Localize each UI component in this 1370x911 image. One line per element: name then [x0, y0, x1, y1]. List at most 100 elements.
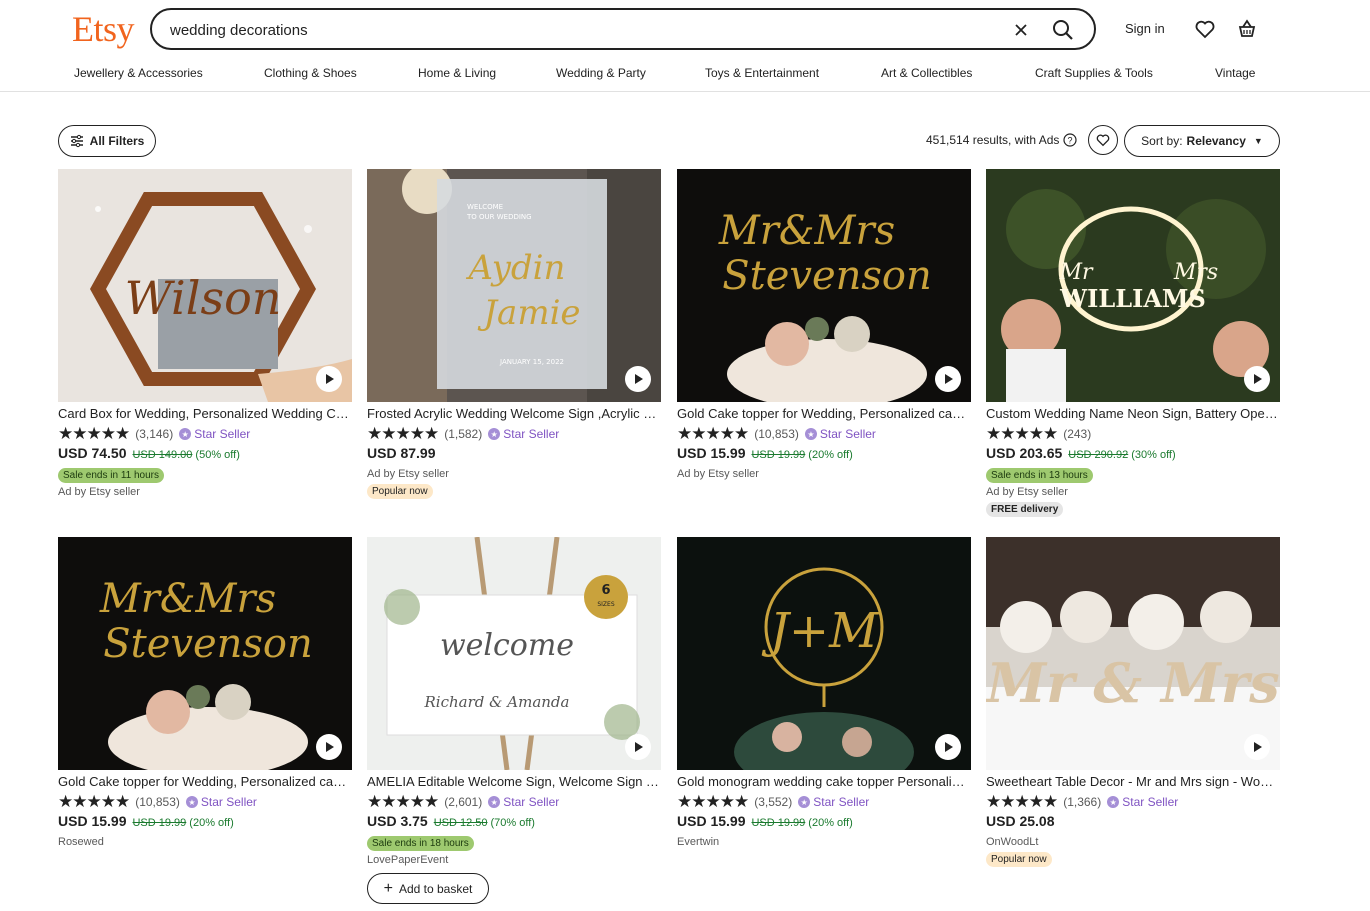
play-icon: [326, 374, 334, 384]
price-row: USD 25.08: [986, 813, 1280, 833]
search-input[interactable]: [170, 19, 990, 41]
svg-text:Stevenson: Stevenson: [103, 621, 313, 667]
nav-vintage[interactable]: Vintage: [1215, 66, 1255, 80]
product-image[interactable]: Mr&Mrs Stevenson: [677, 169, 971, 402]
help-icon[interactable]: ?: [1063, 133, 1078, 147]
caret-down-icon: ▼: [1253, 136, 1263, 146]
product-photo: Mr MrsWILLIAMS: [986, 169, 1280, 402]
product-title[interactable]: Gold Cake topper for Wedding, Personaliz…: [58, 774, 352, 790]
product-title[interactable]: Custom Wedding Name Neon Sign, Battery O…: [986, 406, 1280, 422]
nav-wedding-party[interactable]: Wedding & Party: [556, 66, 646, 80]
rating-count: (243): [1063, 427, 1092, 441]
product-image[interactable]: WELCOME TO OUR WEDDING Aydin Jamie JANUARY 1…: [367, 169, 661, 402]
category-nav: Jewellery & Accessories Clothing & Shoes…: [0, 64, 1370, 84]
product-title[interactable]: Gold Cake topper for Wedding, Personaliz…: [677, 406, 971, 422]
svg-text:Mr & Mrs: Mr & Mrs: [986, 651, 1280, 715]
product-card[interactable]: welcome Richard & Amanda 6 SIZES AMELIA Edit…: [367, 537, 661, 904]
seller-name[interactable]: Ad by Etsy seller: [677, 467, 971, 481]
product-title[interactable]: AMELIA Editable Welcome Sign, Welcome Si…: [367, 774, 661, 790]
nav-home-living[interactable]: Home & Living: [418, 66, 496, 80]
play-video-button[interactable]: [935, 366, 961, 392]
product-image[interactable]: J+M: [677, 537, 971, 770]
sale-price: USD 203.65: [986, 445, 1063, 461]
product-photo: J+M: [677, 537, 971, 770]
play-video-button[interactable]: [625, 734, 651, 760]
svg-text:Wilson: Wilson: [125, 271, 282, 325]
play-icon: [1254, 742, 1262, 752]
discount-percent: (70% off): [490, 817, 535, 829]
play-video-button[interactable]: [1244, 366, 1270, 392]
svg-text:Mr: Mr: [1058, 260, 1094, 285]
product-card[interactable]: WELCOME TO OUR WEDDING Aydin Jamie JANUARY 1…: [367, 169, 661, 499]
product-image[interactable]: Wilson: [58, 169, 352, 402]
sort-value: Relevancy: [1186, 134, 1246, 148]
seller-name[interactable]: Ad by Etsy seller: [367, 467, 661, 481]
add-to-basket-button[interactable]: + Add to basket: [367, 873, 489, 904]
product-card[interactable]: J+M Gold monogram wedding cake topper Per…: [677, 537, 971, 849]
seller-name[interactable]: Evertwin: [677, 835, 971, 849]
original-price: USD 12.50: [433, 817, 488, 829]
rating-count: (3,146): [135, 427, 174, 441]
search-icon[interactable]: [1050, 17, 1076, 43]
seller-name[interactable]: OnWoodLt: [986, 835, 1280, 849]
sort-dropdown[interactable]: Sort by: Relevancy ▼: [1124, 125, 1280, 157]
discount-percent: (50% off): [195, 449, 240, 461]
seller-name[interactable]: LovePaperEvent: [367, 853, 661, 867]
play-icon: [945, 742, 953, 752]
discount-percent: (30% off): [1131, 449, 1176, 461]
search-bar[interactable]: [150, 8, 1096, 50]
basket-icon[interactable]: [1235, 17, 1259, 41]
sale-price: USD 15.99: [58, 813, 127, 829]
seller-name[interactable]: Ad by Etsy seller: [58, 485, 352, 499]
seller-name[interactable]: Ad by Etsy seller: [986, 485, 1280, 499]
nav-art-collectibles[interactable]: Art & Collectibles: [881, 66, 972, 80]
nav-clothing-shoes[interactable]: Clothing & Shoes: [264, 66, 357, 80]
sign-in-link[interactable]: Sign in: [1125, 21, 1165, 36]
sale-price: USD 3.75: [367, 813, 428, 829]
star-seller-label: Star Seller: [1122, 795, 1179, 809]
svg-text:SIZES: SIZES: [597, 601, 614, 608]
product-title[interactable]: Gold monogram wedding cake topper Person…: [677, 774, 971, 790]
star-seller-badge: ★ Star Seller: [798, 795, 869, 809]
product-card[interactable]: Mr&Mrs Stevenson Gold Cake topper for Wedd…: [677, 169, 971, 481]
product-title[interactable]: Frosted Acrylic Wedding Welcome Sign ,Ac…: [367, 406, 661, 422]
clear-search-icon[interactable]: [1010, 19, 1032, 41]
product-card[interactable]: Mr & Mrs Sweetheart Table Decor - Mr and …: [986, 537, 1280, 867]
sale-price: USD 74.50: [58, 445, 127, 461]
play-video-button[interactable]: [316, 734, 342, 760]
svg-text:TO OUR WEDDING: TO OUR WEDDING: [466, 213, 532, 221]
seller-name[interactable]: Rosewed: [58, 835, 352, 849]
play-video-button[interactable]: [625, 366, 651, 392]
etsy-logo[interactable]: Etsy: [72, 8, 135, 50]
price-row: USD 15.99 USD 19.99 (20% off): [677, 445, 971, 465]
save-search-button[interactable]: [1088, 125, 1118, 155]
five-star-icons: ★★★★★: [58, 792, 130, 811]
rating-row: ★★★★★ (3,146) ★ Star Seller: [58, 425, 352, 443]
favorites-heart-icon[interactable]: [1193, 17, 1217, 41]
play-video-button[interactable]: [1244, 734, 1270, 760]
play-video-button[interactable]: [316, 366, 342, 392]
product-title[interactable]: Card Box for Wedding, Personalized Weddi…: [58, 406, 352, 422]
product-image[interactable]: welcome Richard & Amanda 6 SIZES: [367, 537, 661, 770]
product-card[interactable]: Mr Mrs WILLIAMS Custom Wedding Name Neon Si…: [986, 169, 1280, 517]
five-star-icons: ★★★★★: [677, 792, 749, 811]
product-photo: Mr&MrsStevenson: [58, 537, 352, 770]
five-star-icons: ★★★★★: [986, 792, 1058, 811]
product-title[interactable]: Sweetheart Table Decor - Mr and Mrs sign…: [986, 774, 1280, 790]
product-image[interactable]: Mr&Mrs Stevenson: [58, 537, 352, 770]
product-card[interactable]: Wilson Card Box for Wedding, Personalized…: [58, 169, 352, 499]
sale-price: USD 87.99: [367, 445, 436, 461]
play-video-button[interactable]: [935, 734, 961, 760]
all-filters-button[interactable]: All Filters: [58, 125, 156, 157]
svg-text:6: 6: [601, 583, 610, 598]
rating-row: ★★★★★ (3,552) ★ Star Seller: [677, 793, 971, 811]
svg-text:JANUARY 15, 2022: JANUARY 15, 2022: [499, 358, 564, 366]
nav-jewellery-accessories[interactable]: Jewellery & Accessories: [74, 66, 203, 80]
svg-text:Aydin: Aydin: [466, 248, 566, 288]
plus-icon: +: [383, 879, 393, 897]
product-image[interactable]: Mr & Mrs: [986, 537, 1280, 770]
product-card[interactable]: Mr&Mrs Stevenson Gold Cake topper for Wedd…: [58, 537, 352, 849]
product-image[interactable]: Mr Mrs WILLIAMS: [986, 169, 1280, 402]
nav-craft-supplies-tools[interactable]: Craft Supplies & Tools: [1035, 66, 1153, 80]
nav-toys-entertainment[interactable]: Toys & Entertainment: [705, 66, 819, 80]
